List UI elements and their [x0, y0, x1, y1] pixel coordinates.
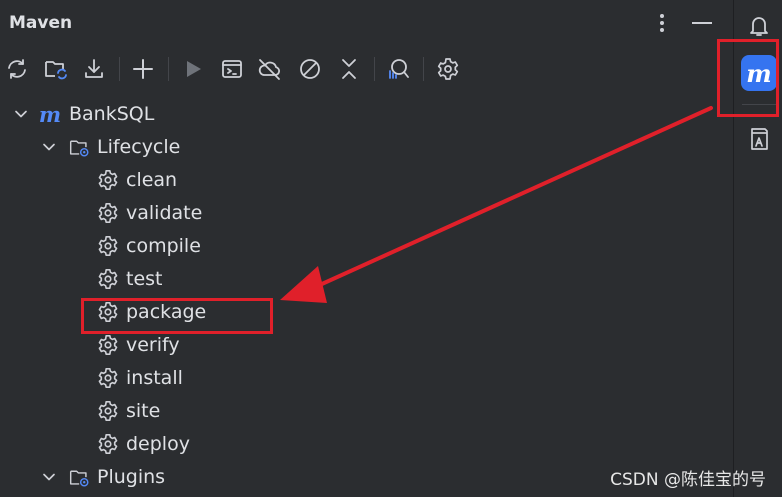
goal-label: package [126, 301, 207, 323]
goal-label: install [126, 367, 183, 389]
watermark: CSDN @陈佳宝的号 [610, 470, 766, 490]
lifecycle-goal-compile[interactable]: compile [0, 230, 733, 263]
ai-assistant-icon[interactable] [741, 121, 777, 157]
minimize-icon[interactable] [689, 10, 715, 36]
goal-label: validate [126, 202, 203, 224]
lifecycle-goal-validate[interactable]: validate [0, 197, 733, 230]
lifecycle-label: Lifecycle [97, 136, 181, 158]
toolbar-separator [374, 57, 375, 81]
goal-label: test [126, 268, 163, 290]
maven-tool-button: m [741, 55, 777, 91]
gear-icon [97, 400, 119, 422]
goal-label: compile [126, 235, 201, 257]
panel-title: Maven [9, 13, 73, 33]
goal-label: verify [126, 334, 180, 356]
toolbar-separator [119, 57, 120, 81]
lifecycle-goal-install[interactable]: install [0, 362, 733, 395]
download-icon[interactable] [79, 54, 109, 84]
gear-icon[interactable] [433, 54, 463, 84]
gear-icon [97, 169, 119, 191]
gear-icon [97, 433, 119, 455]
play-icon[interactable] [178, 54, 208, 84]
goal-label: deploy [126, 433, 190, 455]
goal-label: clean [126, 169, 178, 191]
plus-icon[interactable] [128, 54, 158, 84]
gear-icon [97, 202, 119, 224]
chevron-down-icon[interactable] [13, 106, 29, 122]
maven-toolbar [0, 50, 733, 88]
lifecycle-goal-verify[interactable]: verify [0, 329, 733, 362]
chevron-down-icon[interactable] [41, 139, 57, 155]
rightbar-separator [742, 104, 776, 105]
collapse-icon[interactable] [334, 54, 364, 84]
terminal-icon[interactable] [217, 54, 247, 84]
gear-icon [97, 367, 119, 389]
lifecycle-goal-site[interactable]: site [0, 395, 733, 428]
cloud-off-icon[interactable] [255, 54, 285, 84]
gear-icon [97, 334, 119, 356]
more-options-icon[interactable] [649, 10, 675, 36]
maven-tool-window: Maven m BankSQL Lifecycle clean validate… [0, 0, 733, 497]
toolbar-separator [168, 57, 169, 81]
search-dependencies-icon[interactable] [383, 54, 413, 84]
right-tool-window-bar: m [733, 0, 782, 497]
lifecycle-goal-clean[interactable]: clean [0, 164, 733, 197]
tool-window-header: Maven [0, 0, 733, 48]
tree-node-project[interactable]: m BankSQL [0, 98, 733, 131]
notifications-icon[interactable] [741, 8, 777, 44]
gear-icon [97, 268, 119, 290]
folder-refresh-icon[interactable] [41, 54, 71, 84]
gear-icon [97, 235, 119, 257]
gear-icon [97, 301, 119, 323]
lifecycle-goal-test[interactable]: test [0, 263, 733, 296]
lifecycle-goal-package[interactable]: package [0, 296, 733, 329]
toolbar-separator [423, 57, 424, 81]
sync-icon[interactable] [2, 54, 32, 84]
plugins-label: Plugins [97, 466, 166, 488]
goal-label: site [126, 400, 161, 422]
folder-gear-icon [69, 137, 91, 159]
no-entry-icon[interactable] [295, 54, 325, 84]
chevron-down-icon[interactable] [41, 469, 57, 485]
project-name: BankSQL [69, 103, 155, 125]
tree-node-lifecycle[interactable]: Lifecycle [0, 131, 733, 164]
maven-project-icon: m [38, 101, 62, 127]
lifecycle-goal-deploy[interactable]: deploy [0, 428, 733, 461]
maven-icon[interactable]: m [741, 55, 777, 91]
folder-gear-icon [69, 467, 91, 489]
